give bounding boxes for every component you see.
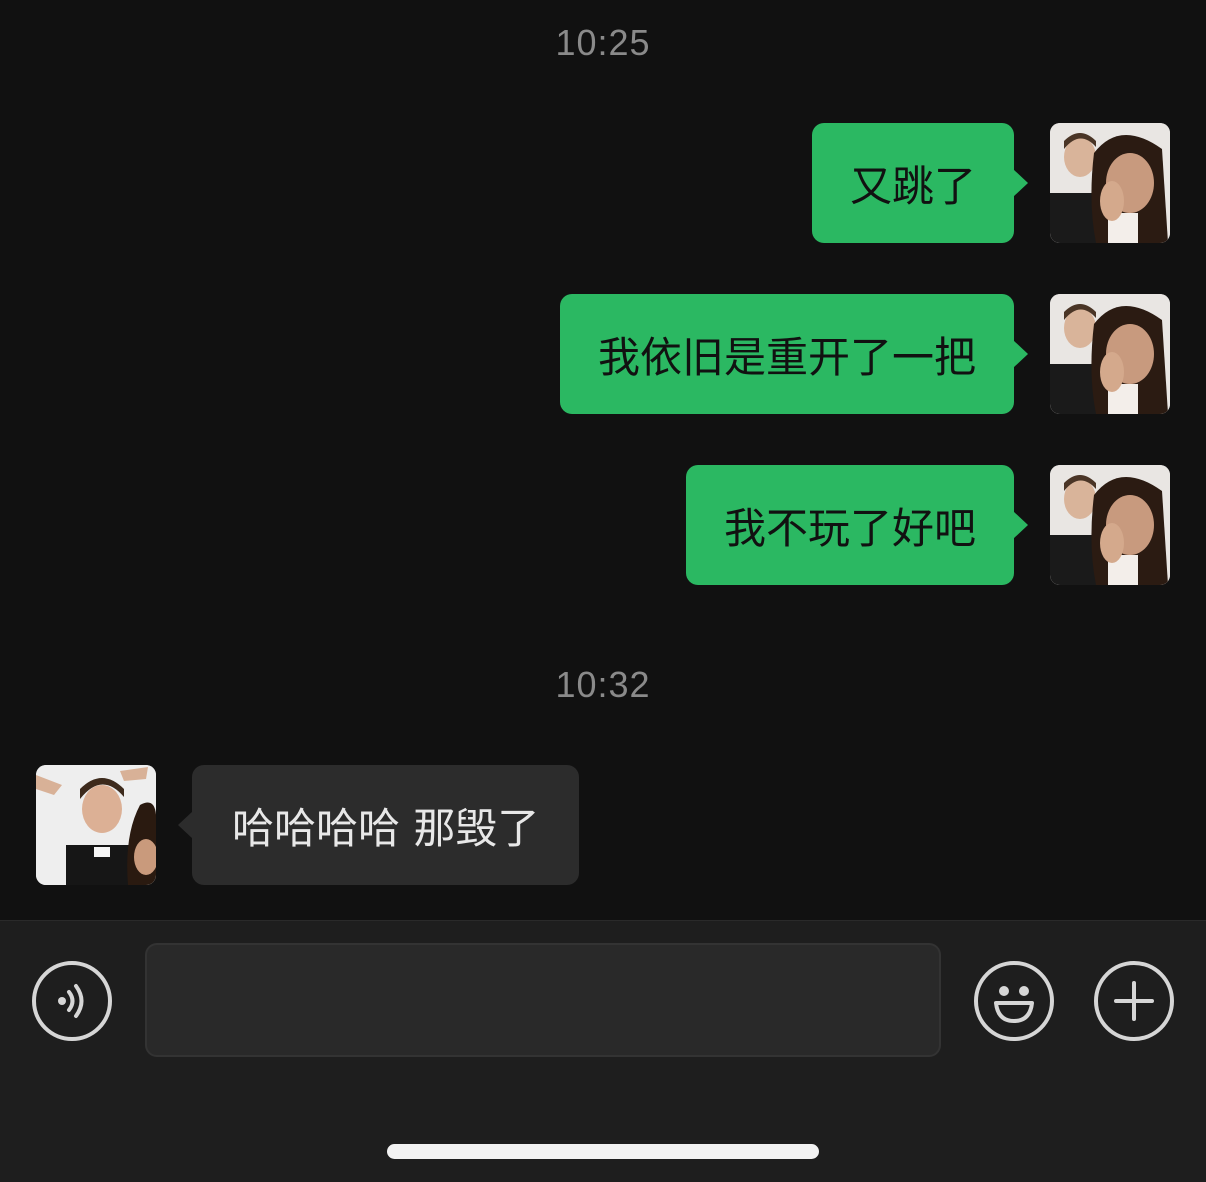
avatar-photo [36, 765, 156, 885]
my-message-bubble[interactable]: 又跳了 [811, 123, 1029, 243]
avatar-photo [1050, 465, 1170, 585]
message-row: 我依旧是重开了一把 [0, 294, 1206, 414]
contact-message-bubble[interactable]: 哈哈哈哈 那毁了 [177, 765, 580, 885]
my-avatar[interactable] [1050, 123, 1170, 243]
emoji-icon [994, 986, 1034, 1023]
timestamp: 10:25 [555, 22, 651, 63]
message-input[interactable] [145, 943, 941, 1057]
input-bar [0, 920, 1206, 1182]
home-indicator[interactable] [387, 1144, 819, 1159]
my-message-bubble[interactable]: 我不玩了好吧 [685, 465, 1029, 585]
voice-input-button[interactable] [32, 961, 112, 1041]
message-row: 我不玩了好吧 [0, 465, 1206, 585]
message-row: 又跳了 [0, 123, 1206, 243]
contact-avatar[interactable] [36, 765, 156, 885]
voice-icon [58, 984, 84, 1018]
plus-icon [1114, 981, 1154, 1021]
my-avatar[interactable] [1050, 465, 1170, 585]
chat-screen: 10:25 又跳了 我依旧是重开了一把 我不玩了好吧 10:32 哈哈哈哈 那毁… [0, 0, 1206, 1182]
more-actions-button[interactable] [1094, 961, 1174, 1041]
emoji-button[interactable] [974, 961, 1054, 1041]
timestamp: 10:32 [555, 664, 651, 705]
message-list[interactable]: 10:25 又跳了 我依旧是重开了一把 我不玩了好吧 10:32 哈哈哈哈 那毁… [0, 0, 1206, 920]
my-message-bubble[interactable]: 我依旧是重开了一把 [559, 294, 1029, 414]
avatar-photo [1050, 123, 1170, 243]
message-row: 哈哈哈哈 那毁了 [0, 765, 1206, 885]
my-avatar[interactable] [1050, 294, 1170, 414]
avatar-photo [1050, 294, 1170, 414]
